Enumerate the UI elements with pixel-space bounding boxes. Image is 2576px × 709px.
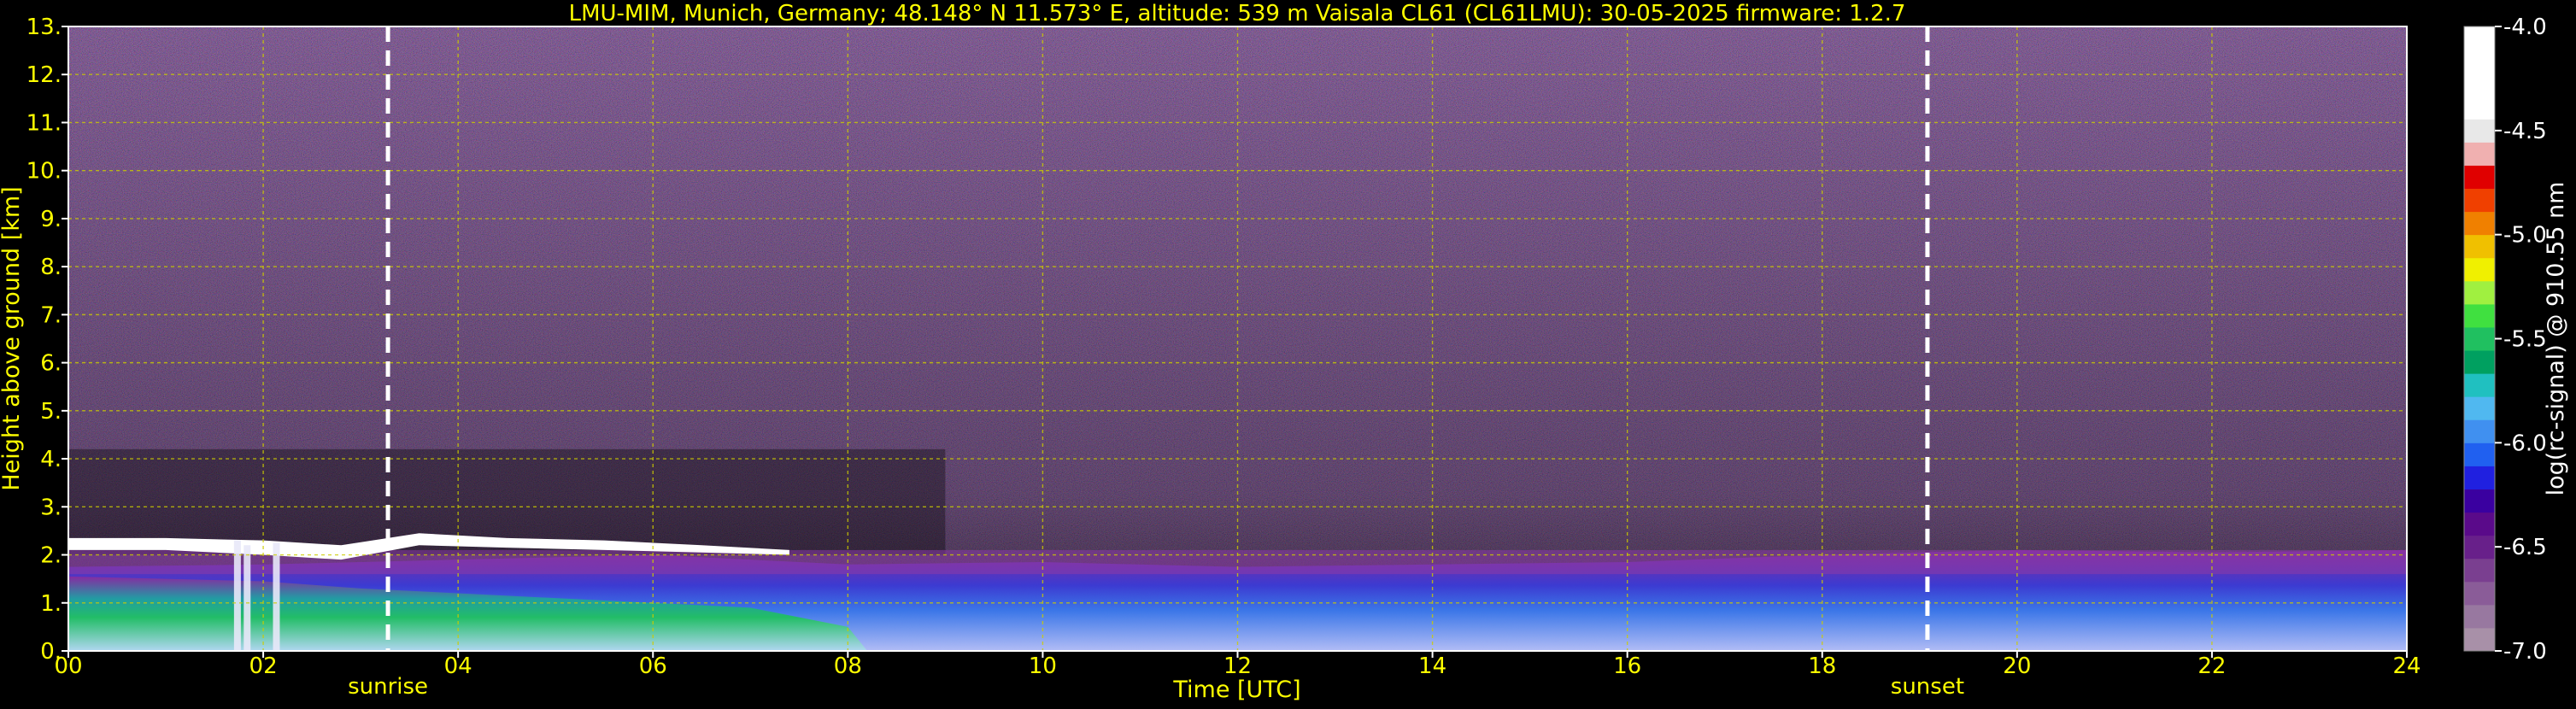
colorbar-segment [2464,581,2495,606]
plot-area [67,26,2408,652]
colorbar-segment [2464,257,2495,282]
x-tick-label: 04 [444,653,472,679]
colorbar-segment [2464,466,2495,489]
colorbar-segment [2464,558,2495,583]
y-tick-label: 2. [40,543,62,569]
colorbar-tick-label: -5.5 [2503,327,2547,353]
colorbar-segment [2464,535,2495,560]
colorbar-tick-label: -7.0 [2503,639,2547,665]
y-tick-label: 12. [26,62,62,88]
colorbar-segment [2464,50,2495,73]
precip-streak [273,542,280,651]
colorbar: -4.0 -4.5 -5.0 -5.5 -6.0 -6.5 -7.0 log(rc-signa… [2463,15,2569,665]
x-tick-label: 06 [639,653,667,679]
ceilometer-chart: sunrise sunset00 02 04 06 08 10 12 14 16 18 20 22 240… [0,1,2569,703]
x-tick-label: 02 [249,653,278,679]
colorbar-segment [2464,26,2495,50]
colorbar-tick-label: -4.5 [2503,119,2547,144]
colorbar-segment [2464,419,2495,443]
x-tick-label: 22 [2198,653,2226,679]
colorbar-segment [2464,373,2495,397]
colorbar-segment [2464,188,2495,213]
precip-streak [233,540,241,651]
colorbar-segment [2464,119,2495,143]
colorbar-segment [2464,303,2495,328]
colorbar-segment [2464,165,2495,190]
y-tick-label: 13. [26,15,62,40]
y-tick-label: 9. [40,207,62,232]
precip-streak [244,545,251,651]
chart-title: LMU-MIM, Munich, Germany; 48.148° N 11.5… [569,1,1906,26]
x-tick-label: 08 [834,653,862,679]
colorbar-label: log(rc-signal) @ 910.55 nm [2543,182,2569,496]
sunset-label: sunset [1891,674,1964,700]
x-tick-label: 14 [1418,653,1446,679]
y-tick-label: 7. [40,302,62,328]
y-tick-label: 6. [40,351,62,377]
colorbar-segment [2464,604,2495,629]
y-tick-label: 5. [40,399,62,425]
x-tick-label: 12 [1223,653,1252,679]
colorbar-tick-label: -5.0 [2503,223,2547,249]
colorbar-segment [2464,442,2495,466]
y-axis-label: Height above ground [km] [0,186,25,490]
colorbar-segment [2464,211,2495,236]
ceilometer-figure: sunrise sunset 00 02 04 06 08 10 12 14 16 18 20 22 24 0… [0,0,2576,706]
x-tick-label: 16 [1613,653,1641,679]
x-tick-label: 10 [1029,653,1057,679]
y-tick-label: 10. [26,159,62,185]
y-tick-label: 3. [40,495,62,520]
colorbar-segment [2464,489,2495,513]
y-tick-label: 4. [40,447,62,472]
colorbar-segment [2464,350,2495,374]
sunrise-label: sunrise [348,674,428,700]
x-tick-label: 20 [2003,653,2031,679]
x-axis-label: Time [UTC] [1172,677,1300,703]
colorbar-segment [2464,627,2495,652]
colorbar-segment [2464,96,2495,120]
colorbar-tick-label: -6.0 [2503,431,2547,456]
colorbar-segment [2464,326,2495,351]
colorbar-tick-label: -4.0 [2503,15,2547,40]
colorbar-segment [2464,512,2495,536]
x-tick-label: 24 [2392,653,2421,679]
colorbar-segment [2464,142,2495,166]
y-tick-label: 1. [40,591,62,617]
colorbar-segment [2464,396,2495,420]
y-tick-label: 0. [40,639,62,665]
x-tick-label: 18 [1808,653,1836,679]
colorbar-tick-label: -6.5 [2503,535,2547,560]
y-tick-label: 8. [40,255,62,280]
colorbar-segment [2464,234,2495,259]
y-tick-label: 11. [26,110,62,136]
colorbar-segment [2464,73,2495,97]
colorbar-segment [2464,280,2495,305]
